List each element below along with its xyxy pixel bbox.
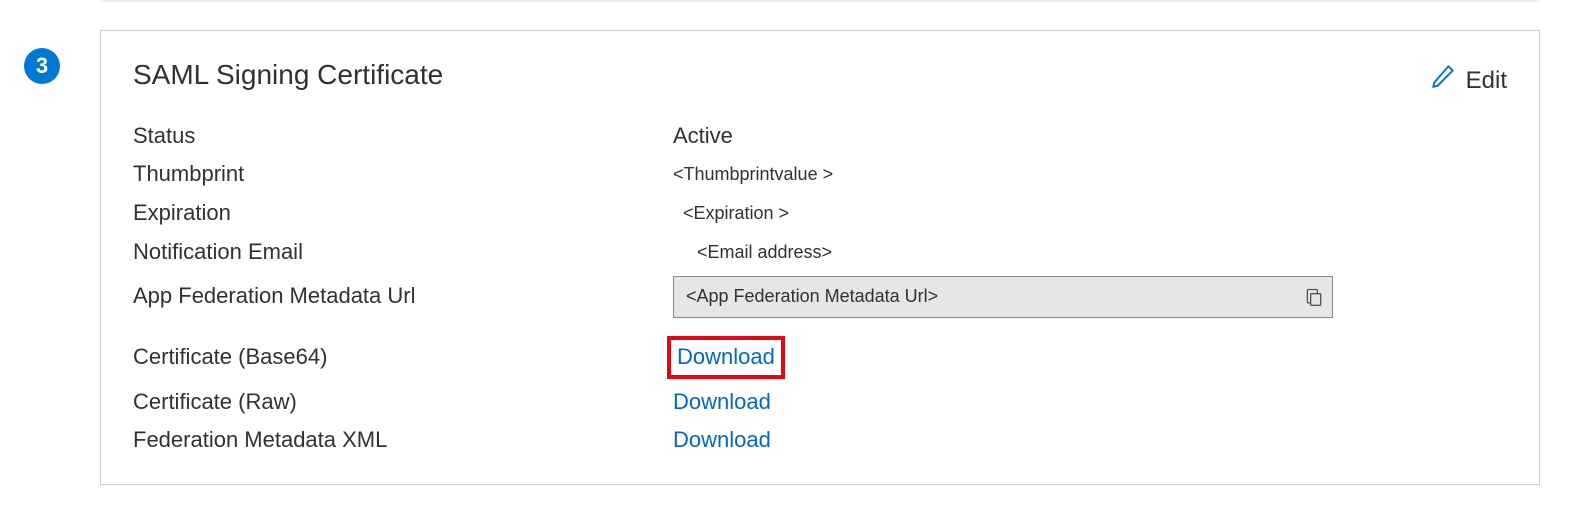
value-thumbprint: <Thumbprintvalue > (673, 162, 833, 187)
row-notification-email: Notification Email <Email address> (133, 237, 1507, 268)
row-cert-base64: Certificate (Base64) Download (133, 336, 1507, 379)
card-title: SAML Signing Certificate (133, 55, 443, 94)
row-cert-raw: Certificate (Raw) Download (133, 387, 1507, 418)
divider (100, 0, 1540, 2)
download-base64-highlight: Download (667, 336, 785, 379)
app-federation-url-field[interactable]: <App Federation Metadata Url> (673, 276, 1333, 318)
label-cert-raw: Certificate (Raw) (133, 387, 673, 418)
saml-certificate-card: SAML Signing Certificate Edit Status Act… (100, 30, 1540, 485)
row-thumbprint: Thumbprint <Thumbprintvalue > (133, 159, 1507, 190)
label-expiration: Expiration (133, 198, 673, 229)
download-base64-link[interactable]: Download (677, 344, 775, 369)
value-app-federation-url: <App Federation Metadata Url> (686, 284, 1304, 309)
row-status: Status Active (133, 121, 1507, 152)
edit-button[interactable]: Edit (1430, 55, 1507, 99)
label-federation-xml: Federation Metadata XML (133, 425, 673, 456)
step-number-badge: 3 (24, 48, 60, 84)
value-expiration: <Expiration > (673, 201, 789, 226)
label-thumbprint: Thumbprint (133, 159, 673, 190)
label-cert-base64: Certificate (Base64) (133, 342, 673, 373)
value-notification-email: <Email address> (673, 240, 832, 265)
row-app-federation-url: App Federation Metadata Url <App Federat… (133, 276, 1507, 318)
row-expiration: Expiration <Expiration > (133, 198, 1507, 229)
field-rows: Status Active Thumbprint <Thumbprintvalu… (133, 121, 1507, 457)
copy-icon[interactable] (1304, 286, 1324, 308)
section-wrapper: 3 SAML Signing Certificate Edit Status A… (0, 0, 1580, 515)
label-app-federation-url: App Federation Metadata Url (133, 281, 673, 312)
download-raw-link[interactable]: Download (673, 387, 771, 418)
edit-label: Edit (1466, 64, 1507, 98)
download-xml-link[interactable]: Download (673, 425, 771, 456)
pencil-icon (1430, 63, 1456, 99)
card-header: SAML Signing Certificate Edit (133, 55, 1507, 99)
row-federation-xml: Federation Metadata XML Download (133, 425, 1507, 456)
step-number: 3 (36, 51, 48, 82)
label-notification-email: Notification Email (133, 237, 673, 268)
value-status: Active (673, 121, 733, 152)
label-status: Status (133, 121, 673, 152)
